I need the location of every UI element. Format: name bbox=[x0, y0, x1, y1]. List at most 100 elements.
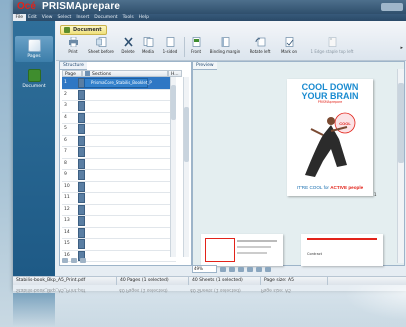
page-number: 4 bbox=[64, 114, 67, 120]
sheet-before-button[interactable]: Sheet before bbox=[86, 37, 116, 59]
page-number: 11 bbox=[64, 195, 70, 200]
menu-tools[interactable]: Tools bbox=[120, 14, 136, 21]
cover-title: COOL DOWN YOUR BRAIN bbox=[301, 82, 359, 101]
sections-scroll-thumb[interactable] bbox=[171, 85, 176, 120]
app-window: Océ PRISMAprepare File Edit View Select … bbox=[13, 0, 406, 291]
tab-document-label: Document bbox=[73, 27, 102, 33]
page-number: 3 bbox=[64, 103, 67, 108]
structure-scrollbar[interactable] bbox=[183, 77, 189, 257]
menu-document[interactable]: Document bbox=[92, 14, 120, 21]
structure-footer-tools bbox=[62, 257, 189, 264]
column-sections[interactable]: Sections bbox=[82, 70, 168, 77]
menu-view[interactable]: View bbox=[39, 14, 55, 21]
structure-panel: Structure Page Sections H... 1 2 3 4 5 6 7 8 9 10… bbox=[59, 61, 192, 266]
nav-document[interactable]: Document bbox=[15, 66, 53, 92]
menu-bar: File Edit View Select Insert Document To… bbox=[13, 14, 406, 21]
page-thumbnail-icon bbox=[78, 204, 85, 215]
preview-header: Preview bbox=[193, 62, 217, 70]
column-h[interactable]: H... bbox=[168, 70, 182, 77]
reflected-nav bbox=[13, 293, 55, 327]
document-tab-icon bbox=[64, 27, 70, 33]
page-thumbnail-icon bbox=[78, 112, 85, 123]
mark-on-button[interactable]: Mark on bbox=[278, 37, 300, 59]
staple-button[interactable]: 1 Edge staple top left bbox=[306, 37, 358, 59]
title-bar: Océ PRISMAprepare bbox=[13, 0, 406, 14]
menu-edit[interactable]: Edit bbox=[26, 14, 40, 21]
ribbon-separator bbox=[184, 37, 185, 57]
collapse-icon[interactable] bbox=[62, 258, 68, 263]
page-number: 7 bbox=[64, 149, 67, 154]
page-number: 8 bbox=[64, 160, 67, 166]
front-icon bbox=[192, 37, 200, 47]
binding-margin-button[interactable]: Binding margin bbox=[208, 37, 242, 59]
menu-select[interactable]: Select bbox=[55, 14, 74, 21]
preview-scroll-thumb[interactable] bbox=[398, 83, 404, 163]
expand-icon[interactable] bbox=[71, 258, 77, 263]
print-icon bbox=[68, 37, 78, 47]
preview-zoom-bar: 49% bbox=[192, 265, 302, 273]
section-file[interactable]: PrismaCore_Stabilis_Booklet_P bbox=[84, 78, 152, 88]
ribbon-toolbar: Document Print Sheet before Delete Media… bbox=[56, 21, 406, 61]
nav-document-label: Document bbox=[22, 84, 46, 89]
preview-scrollbar[interactable] bbox=[397, 69, 404, 263]
decorative-swoosh bbox=[333, 285, 406, 325]
sort-icon[interactable] bbox=[80, 258, 86, 263]
preview-page-thumb-left[interactable] bbox=[201, 234, 283, 266]
delete-button[interactable]: Delete bbox=[120, 37, 136, 59]
thumb-text-line bbox=[237, 246, 271, 248]
window-controls[interactable] bbox=[381, 3, 403, 11]
fit-page-icon[interactable] bbox=[238, 266, 244, 272]
nav-pages[interactable]: Pages bbox=[15, 36, 53, 62]
page-number: 12 bbox=[64, 206, 70, 212]
page-thumbnail-icon bbox=[78, 181, 85, 192]
page-number: 5 bbox=[64, 126, 67, 131]
document-icon bbox=[27, 69, 41, 82]
thumb-text-line bbox=[237, 240, 277, 242]
status-filename: Stabilis-book_Bkp_A5_Print.pdf bbox=[13, 277, 117, 285]
menu-insert[interactable]: Insert bbox=[74, 14, 92, 21]
preview-page-cover[interactable]: COOL DOWN YOUR BRAIN PRISMAprepare COOL … bbox=[287, 79, 373, 196]
page-thumbnail-icon bbox=[78, 135, 85, 146]
page-thumbnail-icon bbox=[78, 158, 85, 169]
page-number: 13 bbox=[64, 218, 70, 223]
column-page[interactable]: Page bbox=[62, 70, 82, 77]
preview-panel: Preview COOL DOWN YOUR BRAIN PRISMAprepa… bbox=[192, 61, 405, 266]
structure-scroll-thumb[interactable] bbox=[184, 107, 189, 162]
page-number: 14 bbox=[64, 229, 70, 235]
window-reflection: Stabilis-book_Bkp_A5_Print.pdf 40 Pages … bbox=[13, 285, 406, 327]
status-sheets: 40 Sheets (1 selected) bbox=[189, 277, 261, 285]
media-button[interactable]: Media bbox=[140, 37, 156, 59]
single-page-icon[interactable] bbox=[247, 266, 253, 272]
tab-document[interactable]: Document bbox=[60, 25, 107, 35]
cover-photo: COOL bbox=[305, 112, 356, 177]
delete-icon bbox=[123, 37, 133, 47]
front-button[interactable]: Front bbox=[188, 37, 204, 59]
sheet-before-icon bbox=[95, 37, 106, 47]
one-sided-button[interactable]: 1-sided bbox=[160, 37, 180, 59]
rotate-left-icon bbox=[255, 37, 265, 47]
status-pages: 40 Pages (1 selected) bbox=[117, 277, 189, 285]
sections-icon bbox=[85, 71, 90, 76]
status-page-size: Page size: A5 bbox=[261, 277, 328, 285]
binding-margin-icon bbox=[221, 37, 229, 47]
page-number: 9 bbox=[64, 172, 67, 177]
sections-scrollbar[interactable] bbox=[170, 77, 176, 257]
menu-file[interactable]: File bbox=[13, 14, 26, 21]
zoom-in-icon[interactable] bbox=[229, 266, 235, 272]
thumb-chart bbox=[205, 238, 235, 262]
page-number: 6 bbox=[64, 137, 67, 143]
ribbon-scroll-right-icon[interactable]: ▸ bbox=[400, 45, 403, 51]
print-button[interactable]: Print bbox=[66, 37, 80, 59]
structure-header: Structure bbox=[60, 62, 87, 70]
two-page-icon[interactable] bbox=[256, 266, 262, 272]
zoom-select[interactable]: 49% bbox=[192, 265, 217, 273]
rotate-left-button[interactable]: Rotate left bbox=[246, 37, 274, 59]
thumb-label: Contract bbox=[307, 252, 323, 256]
page-number: 1 bbox=[64, 80, 67, 85]
zoom-out-icon[interactable] bbox=[220, 266, 226, 272]
media-icon bbox=[143, 37, 153, 47]
grid-view-icon[interactable] bbox=[265, 266, 271, 272]
preview-page-thumb-right[interactable]: Contract bbox=[301, 234, 383, 266]
menu-help[interactable]: Help bbox=[136, 14, 151, 21]
pages-icon bbox=[27, 39, 41, 52]
